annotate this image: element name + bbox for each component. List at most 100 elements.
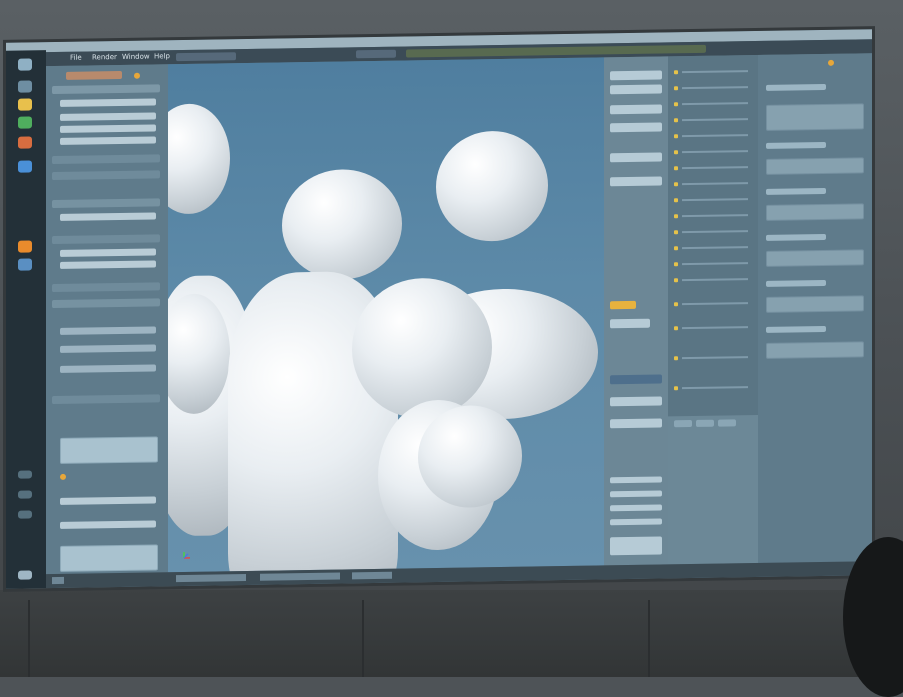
stroke-method-field[interactable] [60,248,156,257]
preview-box[interactable] [610,536,662,555]
lock-box[interactable] [60,544,158,572]
outliner-row[interactable] [682,102,748,105]
panel-header[interactable] [52,170,160,180]
outliner-row[interactable] [682,182,748,185]
edge-icon[interactable] [18,160,32,172]
symmetry-field[interactable] [60,364,156,373]
section-header[interactable] [766,142,826,149]
app-icon[interactable] [18,258,32,270]
pen-icon[interactable] [18,470,32,478]
panel-header[interactable] [52,198,160,208]
detail-field[interactable] [60,344,156,353]
surface-field[interactable] [766,203,864,221]
spacing-field[interactable] [60,260,156,269]
windows-icon[interactable] [18,58,32,70]
outliner-row[interactable] [682,150,748,153]
normal-weight-field[interactable] [60,136,156,145]
view-tab[interactable] [674,420,692,427]
location-x-field[interactable] [610,70,662,80]
panel-header[interactable] [52,84,160,94]
search-icon[interactable] [18,80,32,92]
toggle-icon[interactable] [60,474,66,480]
layer-field[interactable] [610,319,650,329]
active-panel-header[interactable] [610,374,662,384]
outliner-row[interactable] [682,326,748,329]
section-header[interactable] [766,280,826,287]
editor-type-dropdown[interactable] [176,52,236,61]
texture-field[interactable] [60,212,156,221]
outliner-row[interactable] [682,386,748,389]
outliner-row[interactable] [682,278,748,281]
store-icon[interactable] [18,116,32,128]
panel-header[interactable] [52,154,160,164]
outliner-row[interactable] [682,246,748,249]
mode-selector[interactable] [176,574,246,582]
outliner-row[interactable] [682,198,748,201]
folder-icon[interactable] [18,98,32,110]
notification-icon[interactable] [18,570,32,579]
section-header[interactable] [766,326,826,333]
curve-field[interactable] [60,326,156,335]
menu-render[interactable]: Render [92,53,117,61]
3d-viewport[interactable] [168,57,604,572]
size-field[interactable] [60,520,156,529]
render-icon[interactable] [828,60,834,66]
brush-color-icon[interactable] [134,73,140,79]
panel-header[interactable] [52,394,160,404]
sphere-object[interactable] [436,130,548,242]
layers-selector[interactable] [352,572,392,580]
volume-icon[interactable] [18,510,32,518]
material-field[interactable] [766,157,864,175]
dimension-field[interactable] [610,176,662,186]
autosmooth-field[interactable] [60,124,156,133]
shading-selector[interactable] [260,573,340,581]
option-row[interactable] [610,476,662,483]
section-header[interactable] [766,188,826,195]
unit-field[interactable] [60,496,156,505]
rotation-field[interactable] [610,104,662,114]
menu-file[interactable]: File [70,54,82,62]
sphere-object[interactable] [418,405,522,509]
section-header[interactable] [766,84,826,91]
head-object[interactable] [282,169,402,281]
option-row[interactable] [610,504,662,511]
blender-icon[interactable] [18,240,32,252]
scene-selector[interactable] [356,50,396,59]
sphere-object[interactable] [168,103,230,214]
outliner-row[interactable] [682,166,748,169]
editor-type-icon[interactable] [52,577,64,584]
outliner-row[interactable] [682,230,748,233]
outliner-row[interactable] [682,356,748,359]
panel-header[interactable] [52,282,160,292]
color-field[interactable] [766,249,864,267]
material-slot-list[interactable] [766,103,864,131]
outliner-row[interactable] [682,214,748,217]
search-tab[interactable] [696,420,714,427]
roughness-field[interactable] [766,295,864,313]
shading-field[interactable] [610,418,662,428]
brush-preview[interactable] [66,71,122,80]
outliner-row[interactable] [682,86,748,89]
menu-window[interactable]: Window [122,53,150,61]
panel-header[interactable] [52,234,160,244]
strength-field[interactable] [60,112,156,121]
radius-field[interactable] [60,98,156,107]
options-box[interactable] [60,436,158,464]
option-row[interactable] [610,490,662,497]
rotation-field[interactable] [610,122,662,132]
scale-field[interactable] [610,152,662,162]
outliner-row[interactable] [682,70,748,73]
filter-tab[interactable] [718,419,736,426]
outliner-row[interactable] [682,134,748,137]
panel-header[interactable] [52,298,160,308]
network-icon[interactable] [18,490,32,498]
outliner-row[interactable] [682,262,748,265]
location-y-field[interactable] [610,84,662,94]
section-header[interactable] [766,234,826,241]
menu-help[interactable]: Help [154,52,170,60]
option-row[interactable] [610,518,662,525]
chrome-icon[interactable] [18,136,32,148]
outliner-row[interactable] [682,118,748,121]
outliner-row[interactable] [682,302,748,305]
settings-field[interactable] [766,341,864,359]
